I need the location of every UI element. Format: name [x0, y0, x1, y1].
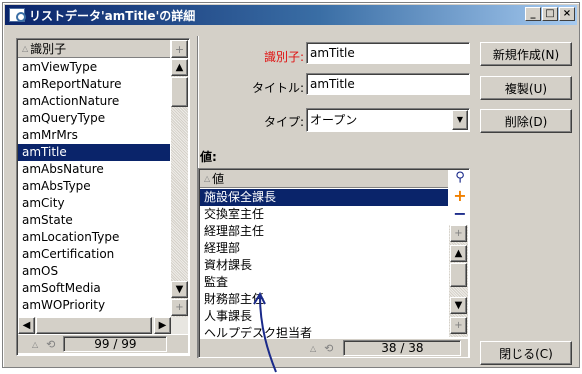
values-label: 値:	[200, 150, 217, 164]
scroll-down-button[interactable]: ▼	[171, 281, 188, 298]
sort-indicator-icon: △	[310, 343, 317, 353]
list-item[interactable]: 監査	[200, 274, 448, 291]
list-item[interactable]: amActionNature	[18, 93, 170, 110]
close-window-button[interactable]: ×	[559, 7, 575, 21]
title-bar: リストデータ'amTitle'の詳細 _ □ ×	[5, 5, 577, 25]
type-select[interactable]: オープン ▼	[306, 108, 470, 132]
new-button[interactable]: 新規作成(N)	[480, 42, 572, 66]
list-item[interactable]: amState	[18, 212, 170, 229]
identifier-scrollbar[interactable]: ▲ ▼ +	[171, 59, 188, 317]
sort-ascending-icon: △	[204, 174, 211, 183]
value-counter: 38 / 38	[343, 340, 462, 356]
list-item[interactable]: amAbsType	[18, 178, 170, 195]
list-item[interactable]: 資材課長	[200, 257, 448, 274]
list-item[interactable]: amViewType	[18, 59, 170, 76]
list-item[interactable]: amOS	[18, 263, 170, 280]
list-item[interactable]: 人事課長	[200, 308, 448, 325]
window-title: リストデータ'amTitle'の詳細	[29, 8, 196, 23]
value-scroll-thumb[interactable]	[450, 263, 467, 287]
sort-ascending-icon: △	[22, 44, 29, 53]
arrow-up-icon: ▲	[454, 248, 463, 259]
list-item[interactable]: amCertification	[18, 246, 170, 263]
window-app-icon	[9, 8, 26, 22]
value-items: 施設保全課長 交換室主任 経理部主任 経理部 資材課長 監査 財務部主任 人事課長 ヘルプデスク…	[200, 189, 448, 339]
minimize-button[interactable]: _	[525, 7, 541, 21]
list-item[interactable]: ヘルプデスク担当者	[200, 325, 448, 339]
arrow-left-icon: ◀	[22, 320, 31, 331]
list-item[interactable]: amQueryType	[18, 110, 170, 127]
identifier-items: amViewType amReportNature amActionNature am…	[18, 59, 170, 335]
value-add-small-button-2[interactable]: +	[450, 317, 467, 334]
arrow-down-icon: ▼	[454, 300, 463, 311]
value-scrollbar[interactable]: + ▲ ▼ +	[449, 225, 468, 337]
maximize-button[interactable]: □	[542, 7, 558, 21]
value-scroll-up-button[interactable]: ▲	[450, 245, 467, 262]
duplicate-button[interactable]: 複製(U)	[480, 76, 572, 100]
list-item[interactable]: amTitle	[18, 144, 170, 161]
scroll-thumb[interactable]	[171, 77, 188, 107]
value-scroll-down-button[interactable]: ▼	[450, 297, 467, 314]
list-item[interactable]: amAbsNature	[18, 161, 170, 178]
identifier-list[interactable]: △ 識別子 + amViewType amReportNature amAction…	[16, 38, 190, 356]
search-icon[interactable]: ⚲	[450, 168, 470, 186]
list-item[interactable]: amSoftMedia	[18, 280, 170, 297]
identifier-status-bar: △ ⟲ 99 / 99	[18, 335, 188, 353]
identifier-add-small-button[interactable]: +	[171, 299, 188, 316]
close-button[interactable]: 閉じる(C)	[480, 341, 572, 365]
type-select-value: オープン	[310, 113, 358, 127]
list-item[interactable]: amMrMrs	[18, 127, 170, 144]
arrow-up-icon: ▲	[175, 62, 184, 73]
annotation-arrow	[253, 292, 277, 373]
identifier-label: 識別子:	[263, 50, 304, 64]
identifier-hscrollbar[interactable]: ◀ ▶	[18, 317, 188, 334]
scroll-right-button[interactable]: ▶	[154, 317, 171, 334]
title-field[interactable]: amTitle	[306, 73, 470, 95]
value-column-header[interactable]: △ 値	[200, 170, 448, 188]
scroll-left-button[interactable]: ◀	[18, 317, 35, 334]
list-item[interactable]: amWOPriority	[18, 297, 170, 314]
remove-value-button[interactable]: −	[450, 204, 470, 223]
identifier-add-button[interactable]: +	[171, 40, 188, 58]
refresh-icon[interactable]: ⟲	[46, 338, 55, 351]
title-label: タイトル:	[251, 81, 304, 95]
sort-indicator-icon: △	[32, 339, 39, 349]
list-item[interactable]: 経理部	[200, 240, 448, 257]
value-list[interactable]: △ 値 施設保全課長 交換室主任 経理部主任 経理部 資材課長 監査 財務部主任 人事課長 ヘル…	[198, 168, 470, 358]
delete-button[interactable]: 削除(D)	[480, 109, 572, 133]
type-label: タイプ:	[263, 115, 304, 129]
list-item[interactable]: 財務部主任	[200, 291, 448, 308]
value-status-bar: △ ⟲ 38 / 38	[200, 339, 468, 357]
list-item[interactable]: 交換室主任	[200, 206, 448, 223]
arrow-right-icon: ▶	[158, 320, 167, 331]
scroll-up-button[interactable]: ▲	[171, 59, 188, 76]
identifier-column-header[interactable]: △ 識別子	[18, 40, 170, 58]
hscroll-thumb[interactable]	[36, 317, 152, 334]
arrow-down-icon: ▼	[175, 284, 184, 295]
dropdown-arrow-icon[interactable]: ▼	[452, 110, 468, 130]
list-item[interactable]: 経理部主任	[200, 223, 448, 240]
identifier-field[interactable]: amTitle	[306, 42, 470, 64]
list-item[interactable]: amReportNature	[18, 76, 170, 93]
value-add-small-button[interactable]: +	[450, 225, 467, 242]
add-value-button[interactable]: +	[450, 186, 470, 205]
list-item[interactable]: 施設保全課長	[200, 189, 448, 206]
identifier-counter: 99 / 99	[63, 336, 168, 352]
list-item[interactable]: amLocationType	[18, 229, 170, 246]
refresh-icon[interactable]: ⟲	[324, 342, 333, 355]
list-item[interactable]: amCity	[18, 195, 170, 212]
